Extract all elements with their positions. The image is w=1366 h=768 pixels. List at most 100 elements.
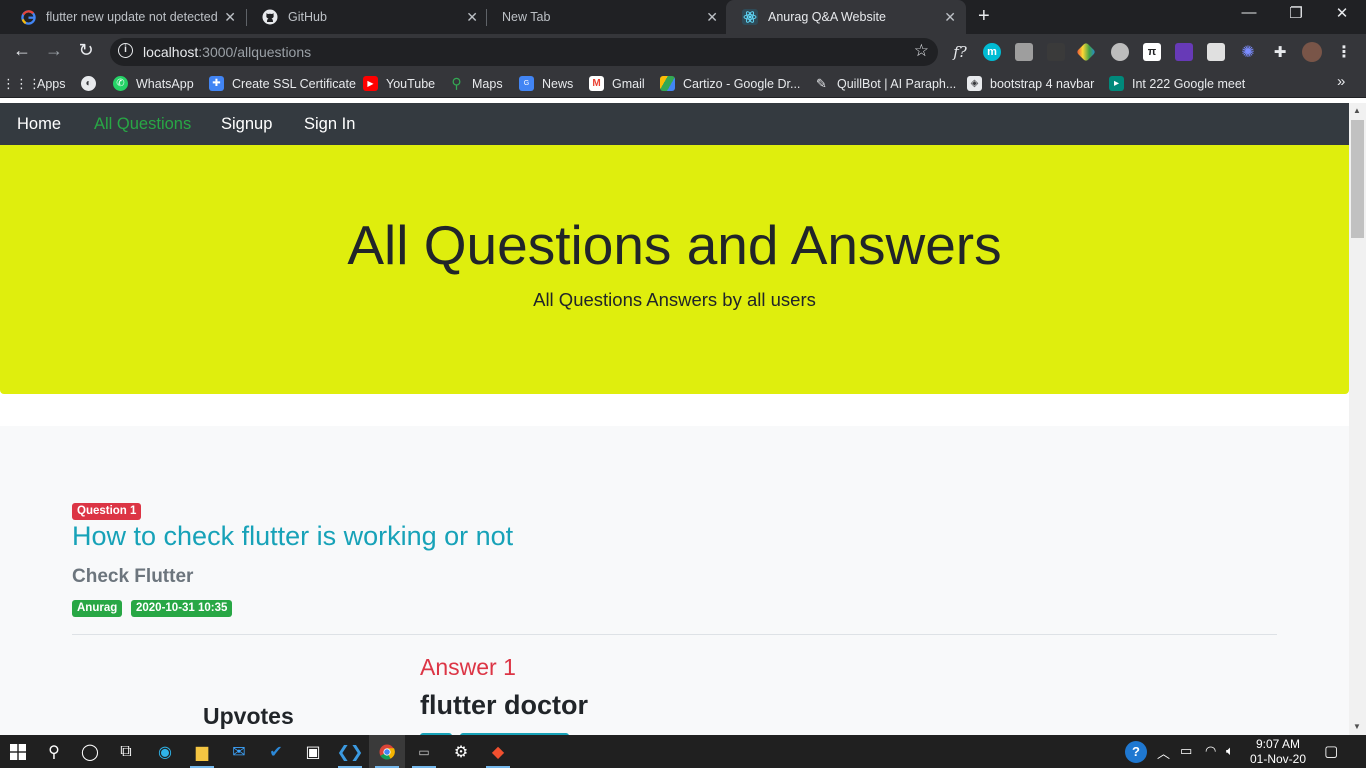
news-icon: G <box>519 76 534 91</box>
nav-all-questions[interactable]: All Questions <box>94 115 191 134</box>
git-icon[interactable]: ◆ <box>480 735 516 768</box>
bookmark-star-icon[interactable]: ☆ <box>914 41 929 61</box>
new-tab-plus-icon[interactable]: + <box>978 5 990 28</box>
apps-grid-icon: ⋮⋮⋮ <box>2 75 41 91</box>
restore-icon[interactable]: ❐ <box>1273 4 1319 22</box>
store-bag-icon[interactable]: ▣ <box>295 735 331 768</box>
upvotes-label: Upvotes <box>203 703 294 729</box>
more-bookmarks-chevron-icon[interactable]: » <box>1337 73 1345 90</box>
bookmark-maps[interactable]: ⚲ Maps <box>449 75 502 91</box>
back-arrow-icon[interactable]: ← <box>10 40 34 61</box>
forward-arrow-icon[interactable]: → <box>42 40 66 61</box>
todo-check-icon[interactable]: ✔ <box>258 735 294 768</box>
bookmark-quillbot[interactable]: ✎ QuillBot | AI Paraph... <box>814 76 956 91</box>
globe-icon: ◐ <box>81 76 96 91</box>
extensions-puzzle-icon[interactable]: ✚ <box>1271 43 1289 61</box>
address-bar[interactable]: i localhost:3000/allquestions ☆ <box>110 38 938 66</box>
nav-home[interactable]: Home <box>17 115 61 134</box>
close-icon[interactable]: ✕ <box>944 9 956 26</box>
question-number-badge: Question 1 <box>72 503 142 520</box>
tab-title: GitHub <box>288 10 327 24</box>
divider <box>72 634 1277 635</box>
react-icon <box>742 9 758 25</box>
menu-kebab-icon[interactable]: ⋮ <box>1335 43 1353 61</box>
volume-icon[interactable]: 🔈︎ <box>1226 743 1234 759</box>
site-navbar: Home All Questions Signup Sign In <box>0 103 1349 145</box>
nav-sign-in[interactable]: Sign In <box>304 115 355 134</box>
dark-extension-icon[interactable] <box>1047 43 1065 61</box>
bookmark-apps[interactable]: ⋮⋮⋮ Apps <box>2 75 66 91</box>
mail-icon[interactable]: ✉ <box>221 735 257 768</box>
tab-anurag-qa[interactable]: Anurag Q&A Website ✕ <box>726 0 966 34</box>
question-title[interactable]: How to check flutter is working or not <box>72 521 513 552</box>
wifi-icon[interactable]: ◠ <box>1205 743 1216 759</box>
google-icon <box>20 9 36 25</box>
close-icon[interactable]: ✕ <box>224 9 236 26</box>
bookmark-bootstrap-navbar[interactable]: ◈ bootstrap 4 navbar <box>967 76 1094 91</box>
bootstrap-icon: ◈ <box>967 76 982 91</box>
tool-extension-icon[interactable] <box>1111 43 1129 61</box>
tab-new-tab[interactable]: New Tab ✕ <box>486 0 728 34</box>
bookmark-gmail[interactable]: M Gmail <box>589 76 645 91</box>
chrome-icon[interactable] <box>369 735 405 768</box>
pi-extension-icon[interactable]: π <box>1143 43 1161 61</box>
nav-signup[interactable]: Signup <box>221 115 272 134</box>
help-question-icon[interactable]: ? <box>1125 741 1147 763</box>
office-extension-icon[interactable] <box>1207 43 1225 61</box>
bookmark-google-meet[interactable]: ▸ Int 222 Google meet <box>1109 76 1245 91</box>
vscode-icon[interactable]: ❮❯ <box>332 735 368 768</box>
bookmark-news[interactable]: G News <box>519 76 573 91</box>
notifications-icon[interactable]: ▢ <box>1324 742 1338 760</box>
sun-extension-icon[interactable]: ✺ <box>1239 43 1257 61</box>
close-icon[interactable]: ✕ <box>466 9 478 26</box>
frame-extension-icon[interactable] <box>1015 43 1033 61</box>
edge-icon[interactable]: ◉ <box>147 735 183 768</box>
windows-taskbar: ⚲ ◯ ⧉ ◉ ▆ ✉ ✔ ▣ ❮❯ ▭ ⚙ ◆ ? ︿ ▭ ◠ 🔈︎ 9:07… <box>0 735 1366 768</box>
youtube-icon: ▶ <box>363 76 378 91</box>
windows-start-icon[interactable] <box>0 735 36 768</box>
tab-title: New Tab <box>502 10 551 24</box>
profile-avatar-icon[interactable] <box>1302 42 1322 62</box>
bookmark-whatsapp[interactable]: ✆ WhatsApp <box>113 76 194 91</box>
minimize-icon[interactable]: — <box>1226 4 1272 21</box>
cortana-circle-icon[interactable]: ◯ <box>72 735 108 768</box>
bookmark-cartizo[interactable]: Cartizo - Google Dr... <box>660 76 800 91</box>
bookmark-create-ssl[interactable]: ✚ Create SSL Certificate <box>209 76 356 91</box>
tab-flutter-search[interactable]: flutter new update not detected ✕ <box>4 0 246 34</box>
window-close-icon[interactable]: ✕ <box>1319 4 1365 22</box>
m-extension-icon[interactable]: m <box>983 43 1001 61</box>
settings-gear-icon[interactable]: ⚙ <box>443 735 479 768</box>
notifications-extension-icon[interactable] <box>1175 43 1193 61</box>
search-icon[interactable]: ⚲ <box>36 735 72 768</box>
quillbot-icon: ✎ <box>816 75 827 91</box>
tab-title: flutter new update not detected <box>46 10 218 24</box>
color-picker-extension-icon[interactable] <box>1076 42 1096 62</box>
gmail-icon: M <box>589 76 604 91</box>
bookmark-youtube[interactable]: ▶ YouTube <box>363 76 435 91</box>
scrollbar-thumb[interactable] <box>1351 120 1364 238</box>
bookmarks-bar: ⋮⋮⋮ Apps ◐ ✆ WhatsApp ✚ Create SSL Certific… <box>0 70 1366 98</box>
system-clock[interactable]: 9:07 AM 01-Nov-20 <box>1246 737 1310 767</box>
chevron-up-icon[interactable]: ︿ <box>1157 743 1170 762</box>
question-subtitle: Check Flutter <box>72 566 194 587</box>
page-viewport: Home All Questions Signup Sign In All Qu… <box>0 103 1349 735</box>
battery-icon[interactable]: ▭ <box>1180 743 1192 759</box>
tab-github[interactable]: GitHub ✕ <box>246 0 488 34</box>
browser-toolbar: ← → ↻ i localhost:3000/allquestions ☆ f?… <box>0 34 1366 70</box>
hero-jumbotron: All Questions and Answers All Questions … <box>0 145 1349 394</box>
close-icon[interactable]: ✕ <box>706 9 718 26</box>
file-explorer-icon[interactable]: ▆ <box>184 735 220 768</box>
scroll-down-arrow-icon[interactable]: ▼ <box>1353 722 1361 731</box>
meet-icon: ▸ <box>1109 76 1124 91</box>
bookmark-globe[interactable]: ◐ <box>81 76 104 91</box>
task-view-icon[interactable]: ⧉ <box>108 735 144 768</box>
scroll-up-arrow-icon[interactable]: ▲ <box>1353 106 1361 115</box>
info-icon[interactable]: i <box>118 43 133 58</box>
page-scrollbar[interactable]: ▲ ▼ <box>1349 103 1366 735</box>
terminal-icon[interactable]: ▭ <box>406 735 442 768</box>
fx-extension-icon[interactable]: f? <box>951 43 969 61</box>
reload-icon[interactable]: ↻ <box>74 40 98 61</box>
answer-text: flutter doctor <box>420 690 588 720</box>
answer-heading: Answer 1 <box>420 654 516 680</box>
github-icon <box>262 9 278 25</box>
